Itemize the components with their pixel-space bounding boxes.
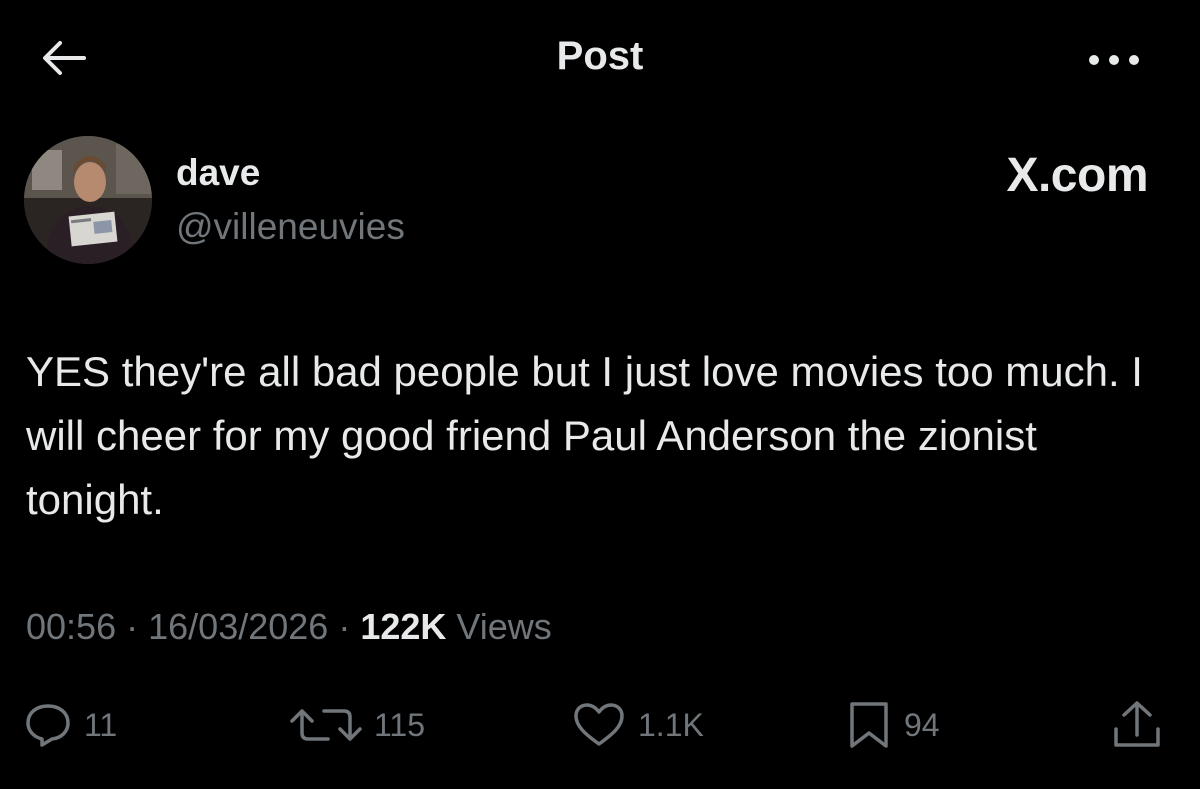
post-date[interactable]: 16/03/2026 [148,606,328,647]
page-title: Post [556,34,644,78]
top-bar: Post [0,0,1200,118]
share-button[interactable] [1110,690,1164,760]
like-button[interactable]: 1.1K [572,690,704,760]
reply-count: 11 [84,706,118,743]
heart-icon [572,702,626,748]
author-display-name[interactable]: dave [176,152,260,194]
reply-button[interactable]: 11 [24,690,117,760]
share-icon [1110,699,1164,751]
views-label: Views [456,606,552,647]
repost-count: 115 [374,706,426,743]
more-horizontal-icon [1086,52,1142,68]
bookmark-count: 94 [904,706,940,743]
bookmark-icon [846,700,892,750]
more-button[interactable] [1078,40,1150,80]
post-text: YES they're all bad people but I just lo… [26,348,1143,523]
repost-button[interactable]: 115 [290,690,425,760]
views-count: 122K [360,606,447,647]
arrow-left-icon [40,38,88,78]
avatar[interactable] [24,136,152,264]
bookmark-button[interactable]: 94 [846,690,940,760]
post-time[interactable]: 00:56 [26,606,116,647]
post-meta: 00:56 · 16/03/2026 · 122K Views [26,606,552,648]
meta-separator: · [126,606,139,647]
author-handle[interactable]: @villeneuvies [176,206,405,248]
brand-label: X.com [1006,149,1148,202]
repost-icon [290,703,362,747]
meta-separator: · [338,606,351,647]
back-button[interactable] [36,36,92,80]
reply-icon [24,702,72,748]
action-bar: 11 115 1.1K 94 [0,690,1200,760]
like-count: 1.1K [638,706,704,743]
